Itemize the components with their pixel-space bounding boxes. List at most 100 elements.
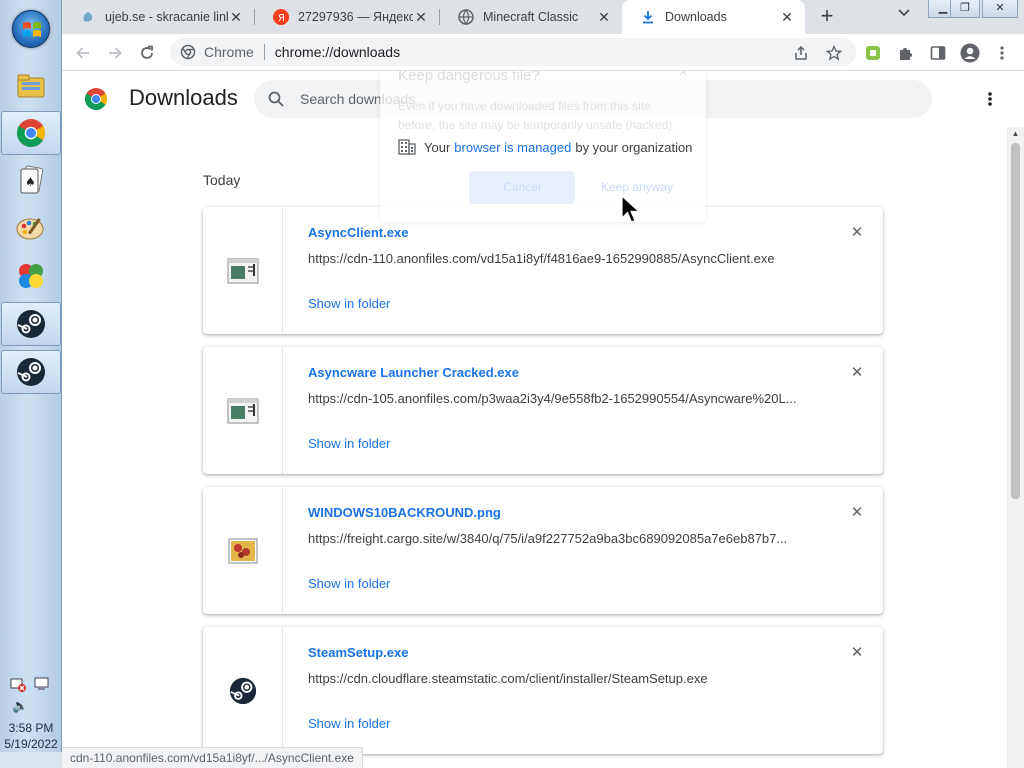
file-name-link[interactable]: WINDOWS10BACKROUND.png: [308, 505, 501, 520]
close-icon[interactable]: ✕: [596, 9, 612, 25]
extension-green-icon: [866, 46, 880, 60]
chrome-logo-icon: [85, 88, 107, 110]
cancel-button[interactable]: Cancel: [469, 171, 575, 204]
close-window-button[interactable]: ✕: [982, 0, 1018, 18]
omnibox-url[interactable]: chrome://downloads: [275, 44, 400, 60]
steam-icon: [17, 310, 45, 338]
file-url[interactable]: https://cdn-110.anonfiles.com/vd15a1i8yf…: [308, 251, 848, 266]
clock-date: 5/19/2022: [4, 737, 58, 751]
remove-item-close-icon[interactable]: ✕: [849, 505, 865, 521]
ujeb-icon: [80, 9, 96, 25]
remove-item-close-icon[interactable]: ✕: [849, 645, 865, 661]
taskbar-bottom-strip: [0, 752, 62, 768]
taskbar-steam-2[interactable]: [1, 350, 61, 394]
file-url[interactable]: https://cdn-105.anonfiles.com/p3waa2i3y4…: [308, 391, 848, 406]
show-in-folder-link[interactable]: Show in folder: [308, 436, 390, 451]
close-icon[interactable]: ✕: [779, 9, 795, 25]
scroll-up-arrow-icon[interactable]: ▲: [1007, 127, 1024, 141]
image-icon: [228, 538, 257, 563]
search-icon: [266, 89, 286, 109]
tab-downloads[interactable]: Downloads ✕: [622, 0, 805, 34]
omnibox[interactable]: Chrome chrome://downloads: [170, 38, 856, 66]
yandex-icon: Я: [273, 9, 289, 25]
dangerous-file-dialog: Keep dangerous file? ✕ Even if you have …: [380, 71, 706, 222]
extensions-menu-button[interactable]: [895, 42, 917, 64]
managed-notice: Your browser is managed by your organiza…: [398, 139, 692, 155]
new-tab-button[interactable]: +: [814, 4, 840, 30]
building-icon: [398, 139, 416, 155]
tab-search-chevron-icon[interactable]: [894, 6, 914, 26]
side-panel-button[interactable]: [927, 42, 949, 64]
file-name-link[interactable]: Asyncware Launcher Cracked.exe: [308, 365, 519, 380]
bookmark-button[interactable]: [824, 43, 844, 63]
tab-title: 27297936 — Яндекс:: [298, 10, 413, 24]
file-url[interactable]: https://cdn.cloudflare.steamstatic.com/c…: [308, 671, 848, 686]
show-in-folder-link[interactable]: Show in folder: [308, 576, 390, 591]
download-icon: [640, 9, 656, 25]
dialog-close-icon[interactable]: ✕: [678, 71, 688, 79]
clock[interactable]: 3:58 PM 5/19/2022: [0, 720, 62, 752]
chrome-icon: [17, 119, 45, 147]
forward-button[interactable]: [102, 40, 128, 66]
remove-item-close-icon[interactable]: ✕: [849, 365, 865, 381]
managed-prefix: Your: [424, 139, 451, 155]
tab-title: ujeb.se - skracanie link: [105, 10, 228, 24]
reload-icon: [141, 45, 153, 59]
dialog-body: Even if you have downloaded files from t…: [398, 99, 676, 132]
tab-yandex[interactable]: Я 27297936 — Яндекс: ✕: [255, 0, 439, 34]
close-icon[interactable]: ✕: [413, 9, 429, 25]
dialog-title: Keep dangerous file?: [398, 71, 540, 84]
taskbar: ♠ 🔈 3:58 PM 5/19/2022: [0, 0, 62, 768]
network-error-icon[interactable]: [10, 676, 27, 693]
file-name-link[interactable]: SteamSetup.exe: [308, 645, 408, 660]
forward-arrow-icon: [109, 47, 122, 59]
exe-icon: [227, 398, 258, 423]
show-in-folder-link[interactable]: Show in folder: [308, 296, 390, 311]
reload-button[interactable]: [134, 40, 160, 66]
side-panel-icon: [930, 46, 946, 60]
download-item: WINDOWS10BACKROUND.png https://freight.c…: [203, 487, 883, 614]
taskbar-solitaire[interactable]: ♠: [1, 158, 61, 202]
taskbar-file-manager[interactable]: [1, 64, 61, 108]
chrome-menu-button[interactable]: [991, 42, 1013, 64]
download-item: Asyncware Launcher Cracked.exe https://c…: [203, 347, 883, 474]
share-icon: [795, 45, 807, 60]
mouse-cursor-icon: [621, 195, 641, 223]
taskbar-paint[interactable]: [1, 206, 61, 250]
taskbar-puzzle[interactable]: [1, 254, 61, 298]
extension-button[interactable]: [862, 42, 884, 64]
scrollbar-thumb[interactable]: [1011, 143, 1020, 499]
back-arrow-icon: [76, 47, 89, 59]
downloads-menu-button[interactable]: [980, 88, 1000, 110]
windows-logo-icon: [23, 22, 41, 37]
share-button[interactable]: [791, 43, 811, 63]
file-name-link[interactable]: AsyncClient.exe: [308, 225, 408, 240]
toolbar: Chrome chrome://downloads: [62, 34, 1024, 71]
svg-text:♠: ♠: [25, 175, 36, 189]
tab-title: Downloads: [665, 10, 727, 24]
action-center-icon[interactable]: [33, 676, 50, 693]
start-button[interactable]: [12, 10, 50, 48]
file-icon-column: [203, 487, 283, 614]
file-url[interactable]: https://freight.cargo.site/w/3840/q/75/i…: [308, 531, 848, 546]
back-button[interactable]: [70, 40, 96, 66]
restore-button[interactable]: ❐: [950, 0, 980, 18]
puzzle-piece-icon: [900, 48, 912, 60]
page-scrollbar[interactable]: ▲: [1007, 127, 1024, 768]
profile-button[interactable]: [959, 42, 981, 64]
tab-ujeb[interactable]: ujeb.se - skracanie link ✕: [62, 0, 254, 34]
tab-minecraft[interactable]: Minecraft Classic ✕: [440, 0, 622, 34]
taskbar-steam-1[interactable]: [1, 302, 61, 346]
chrome-window: ujeb.se - skracanie link ✕ Я 27297936 — …: [62, 0, 1024, 768]
taskbar-chrome[interactable]: [1, 111, 61, 155]
steam-icon: [17, 358, 45, 386]
section-heading-today: Today: [203, 172, 241, 188]
download-item: SteamSetup.exe https://cdn.cloudflare.st…: [203, 627, 883, 754]
browser-managed-link[interactable]: browser is managed: [454, 140, 571, 155]
star-icon: [826, 45, 842, 61]
remove-item-close-icon[interactable]: ✕: [849, 225, 865, 241]
palette-icon: [16, 218, 44, 240]
volume-icon[interactable]: 🔈: [12, 698, 28, 714]
show-in-folder-link[interactable]: Show in folder: [308, 716, 390, 731]
close-icon[interactable]: ✕: [228, 9, 244, 25]
